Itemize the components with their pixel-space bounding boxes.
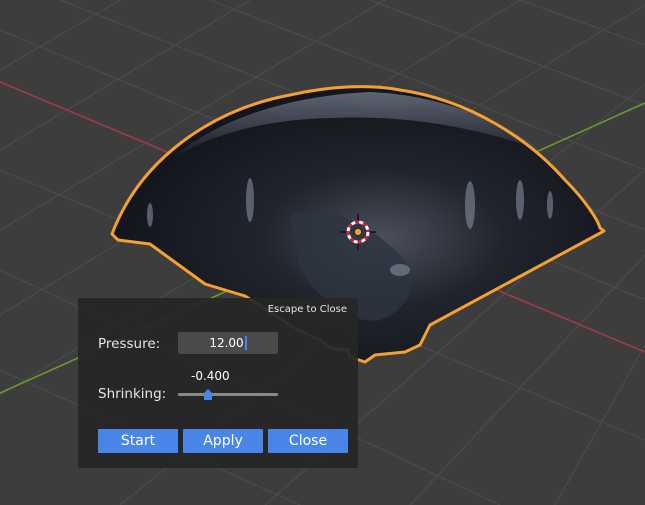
pressure-label: Pressure: [98,336,161,352]
origin-dot-icon [354,228,362,236]
inflate-operator-panel: Escape to Close Pressure: 12.00 -0.400 S… [78,298,358,468]
close-button[interactable]: Close [268,429,348,453]
start-button[interactable]: Start [98,429,178,453]
text-caret [244,336,247,350]
pressure-input[interactable]: 12.00 [178,332,278,354]
escape-hint: Escape to Close [267,304,347,315]
apply-button[interactable]: Apply [183,429,263,453]
shrinking-value: -0.400 [191,369,230,383]
shrinking-label: Shrinking: [98,386,167,402]
3d-viewport[interactable]: Escape to Close Pressure: 12.00 -0.400 S… [0,0,645,505]
pressure-value: 12.00 [209,336,244,350]
slider-handle-icon[interactable] [203,388,213,401]
shrinking-slider[interactable] [178,389,278,400]
